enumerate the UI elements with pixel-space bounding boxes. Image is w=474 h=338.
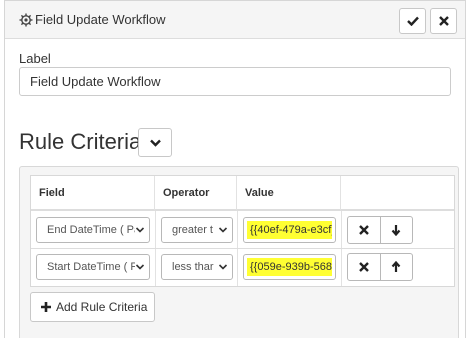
close-button[interactable]: [430, 8, 457, 34]
move-rule-up-button[interactable]: [379, 254, 412, 280]
row-action-buttons: [347, 216, 413, 244]
field-select-value: Start DateTime ( Pa: [47, 261, 135, 273]
save-button[interactable]: [399, 8, 426, 34]
add-rule-criteria-label: Add Rule Criteria: [56, 300, 148, 314]
operator-select[interactable]: greater t: [161, 217, 233, 243]
field-select-value: End DateTime ( Pag: [47, 224, 135, 236]
arrow-down-icon: [392, 225, 401, 236]
panel-header: Field Update Workflow: [5, 1, 465, 39]
rule-criteria-box: Field Operator Value End DateTime ( Pag …: [19, 166, 459, 338]
panel-title: Field Update Workflow: [35, 12, 166, 27]
chevron-down-icon: [149, 139, 161, 147]
row-divider: [31, 248, 454, 249]
close-icon: [438, 16, 449, 26]
value-input-text: {{059e-939b-5689: [247, 258, 332, 276]
operator-select[interactable]: less thar: [161, 254, 233, 280]
rule-criteria-toggle-button[interactable]: [138, 128, 172, 157]
value-input-text: {{40ef-479a-e3cf}: [247, 221, 332, 239]
add-rule-criteria-button[interactable]: Add Rule Criteria: [30, 292, 155, 322]
operator-select-value: less thar: [172, 261, 214, 273]
field-select[interactable]: End DateTime ( Pag: [36, 217, 150, 243]
rule-criteria-title: Rule Criteria: [19, 129, 142, 154]
close-icon: [359, 225, 369, 235]
operator-select-value: greater t: [172, 224, 213, 236]
checkmark-icon: [406, 16, 419, 26]
remove-rule-button[interactable]: [348, 217, 380, 243]
arrow-up-icon: [392, 261, 401, 272]
remove-rule-button[interactable]: [348, 254, 380, 280]
field-select[interactable]: Start DateTime ( Pa: [36, 254, 150, 280]
value-input[interactable]: {{40ef-479a-e3cf}: [243, 217, 336, 243]
chevron-down-icon: [218, 264, 228, 270]
column-header-value: Value: [237, 176, 341, 211]
column-header-actions: [341, 176, 454, 211]
chevron-down-icon: [135, 264, 145, 270]
plus-icon: [41, 302, 51, 312]
rule-criteria-table: Field Operator Value End DateTime ( Pag …: [30, 175, 455, 287]
column-header-operator: Operator: [155, 176, 237, 211]
chevron-down-icon: [218, 227, 228, 233]
close-icon: [359, 262, 369, 272]
label-input[interactable]: Field Update Workflow: [19, 67, 451, 96]
value-input[interactable]: {{059e-939b-5689: [243, 254, 336, 280]
chevron-down-icon: [135, 227, 145, 233]
column-header-field: Field: [31, 176, 155, 211]
move-rule-down-button[interactable]: [379, 217, 412, 243]
label-caption: Label: [19, 51, 51, 66]
workflow-gear-icon: [19, 13, 33, 27]
row-action-buttons: [347, 253, 413, 281]
workflow-panel: Field Update Workflow Label Field Update…: [4, 0, 466, 338]
